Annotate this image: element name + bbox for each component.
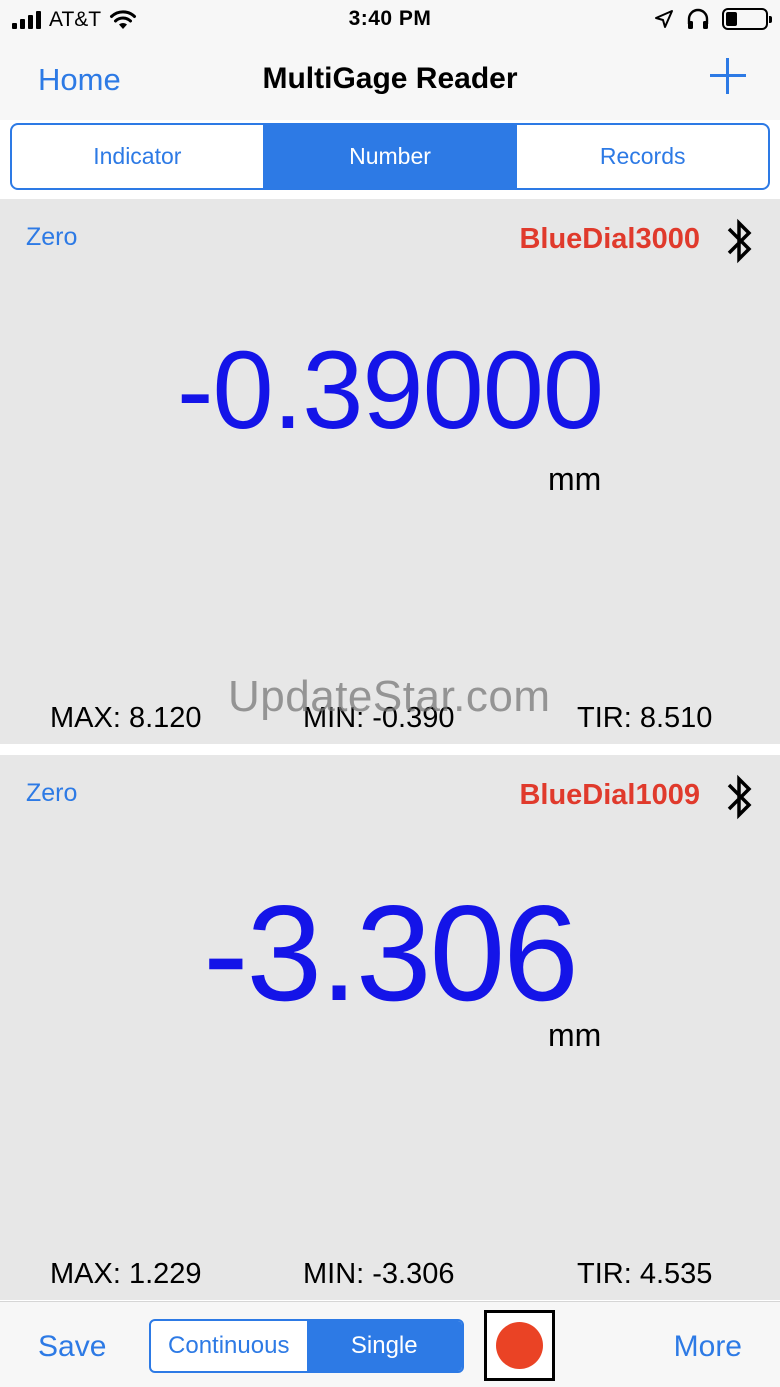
save-button[interactable]: Save <box>38 1330 106 1364</box>
read-mode-toggle: Continuous Single <box>149 1319 464 1373</box>
watermark: UpdateStar.com <box>228 672 551 721</box>
zero-button[interactable]: Zero <box>26 223 77 252</box>
gage-reading: -0.39000 <box>176 329 604 452</box>
view-tabs: Indicator Number Records <box>10 123 770 190</box>
device-name: BlueDial3000 <box>519 223 700 255</box>
page-title: MultiGage Reader <box>262 62 518 95</box>
stat-tir: TIR: 8.510 <box>577 702 713 734</box>
stat-tir: TIR: 4.535 <box>577 1258 713 1290</box>
stat-max: MAX: 8.120 <box>50 702 202 734</box>
stat-max: MAX: 1.229 <box>50 1258 202 1290</box>
mode-continuous[interactable]: Continuous <box>151 1321 307 1371</box>
tab-indicator[interactable]: Indicator <box>12 125 263 188</box>
mode-single[interactable]: Single <box>306 1321 462 1371</box>
reading-unit: mm <box>548 461 602 497</box>
record-button[interactable] <box>484 1310 555 1381</box>
record-icon <box>496 1322 543 1369</box>
gage-reading: -3.306 <box>203 877 579 1029</box>
status-bar: AT&T 3:40 PM <box>0 0 780 40</box>
device-name: BlueDial1009 <box>519 779 700 811</box>
tab-records[interactable]: Records <box>515 125 768 188</box>
battery-icon <box>722 8 772 30</box>
plus-icon[interactable] <box>710 58 746 94</box>
bluetooth-icon[interactable] <box>722 771 758 823</box>
navigation-bar: Home MultiGage Reader <box>0 40 780 120</box>
tab-number[interactable]: Number <box>262 125 516 188</box>
status-right <box>654 8 772 30</box>
headphones-icon <box>687 8 709 29</box>
stat-min: MIN: -3.306 <box>303 1258 455 1290</box>
gage-panel-1: Zero BlueDial3000 -0.39000 mm MAX: 8.120… <box>0 199 780 744</box>
reading-unit: mm <box>548 1017 602 1053</box>
location-arrow-icon <box>655 10 673 28</box>
more-button[interactable]: More <box>674 1330 742 1364</box>
bluetooth-icon[interactable] <box>722 215 758 267</box>
bottom-toolbar: Save Continuous Single More <box>0 1301 780 1387</box>
gage-panel-2: Zero BlueDial1009 -3.306 mm MAX: 1.229 M… <box>0 755 780 1300</box>
zero-button[interactable]: Zero <box>26 779 77 808</box>
